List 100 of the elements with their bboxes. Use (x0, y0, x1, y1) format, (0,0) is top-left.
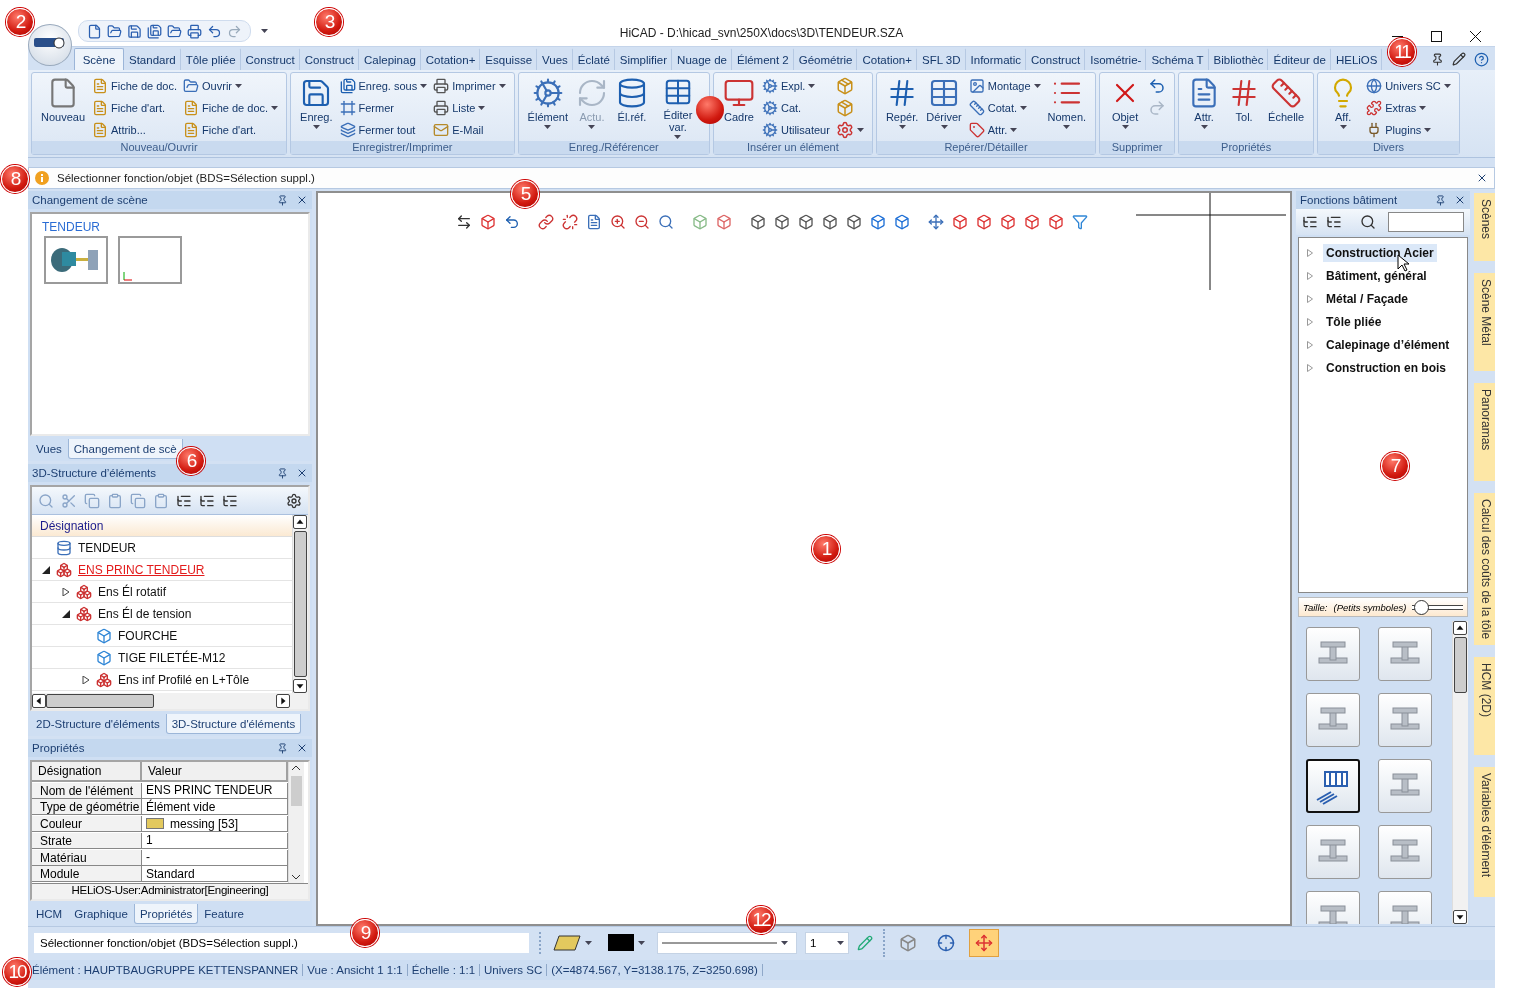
gallery-tile[interactable] (1306, 693, 1360, 747)
panel-tab[interactable]: Graphique (68, 904, 134, 924)
save-icon[interactable] (147, 23, 162, 39)
swap-arrows-icon[interactable] (456, 214, 472, 230)
ribbon-button[interactable]: Attr. (967, 119, 1042, 141)
cube-icon[interactable] (798, 214, 814, 230)
ribbon-button[interactable]: Nouveau (39, 75, 87, 141)
scrollbar-thumb[interactable] (1454, 637, 1467, 693)
tree-row[interactable]: Ens inf Profilé en L+Tôle (32, 669, 292, 691)
panel-tab[interactable]: Feature (198, 904, 250, 924)
cube-icon[interactable] (894, 214, 910, 230)
ribbon-button[interactable]: Plugins (1365, 119, 1452, 141)
side-tab[interactable]: Calcul des coûts de la tôle (1474, 493, 1495, 646)
ribbon-button[interactable]: Fermer tout (338, 119, 429, 141)
scrollbar[interactable] (1452, 621, 1468, 924)
ribbon-button[interactable]: Extras (1365, 97, 1452, 119)
ribbon-button[interactable]: Éditer var. (653, 75, 702, 141)
scroll-down-icon[interactable] (293, 679, 307, 693)
ribbon-button[interactable]: E-Mail (432, 119, 507, 141)
ribbon-tab[interactable]: Scène (74, 48, 124, 70)
close-icon[interactable] (296, 194, 308, 206)
panel-tab[interactable]: Propriétés (133, 904, 199, 924)
ribbon-button[interactable]: Dériver (924, 75, 964, 141)
tree-list-icon[interactable] (1326, 214, 1342, 230)
close-icon[interactable] (1476, 172, 1488, 184)
collapsed-arrow-icon[interactable] (62, 587, 70, 596)
scene-thumbnail[interactable] (44, 236, 108, 284)
ribbon-button[interactable]: Ouvrir (182, 75, 280, 97)
ribbon-button[interactable]: Échelle (1266, 75, 1307, 141)
zoom-in-icon[interactable] (610, 214, 626, 230)
ribbon-button[interactable]: Élément (525, 75, 570, 141)
line-style-dropdown[interactable] (657, 931, 797, 954)
scrollbar[interactable] (288, 762, 304, 883)
side-tab[interactable]: Panoramas (1474, 383, 1495, 481)
side-tab[interactable]: Scène Métal (1474, 273, 1495, 371)
scrollbar[interactable] (32, 693, 308, 709)
line-width-dropdown[interactable]: 1 (805, 931, 849, 954)
undo-icon[interactable] (207, 23, 222, 39)
cube-icon[interactable] (1000, 214, 1016, 230)
collapsed-arrow-icon[interactable] (82, 675, 90, 684)
ribbon-button[interactable]: Attrib... (91, 119, 179, 141)
ribbon-button[interactable]: Cat. (760, 97, 831, 119)
ribbon-button[interactable]: Fiche de doc. (91, 75, 179, 97)
close-button[interactable] (1470, 31, 1481, 42)
document-icon[interactable] (586, 214, 602, 230)
cube-icon[interactable] (750, 214, 766, 230)
ribbon-button[interactable]: Fiche d'art. (182, 119, 280, 141)
tree-row[interactable]: TENDEUR (32, 537, 292, 559)
cube-icon[interactable] (1048, 214, 1064, 230)
scrollbar-thumb[interactable] (294, 531, 307, 677)
panel-tab[interactable]: Vues (30, 439, 68, 459)
tree-item[interactable]: Calepinage d’élément (1299, 334, 1467, 356)
save-icon[interactable] (127, 23, 142, 39)
ribbon-button[interactable]: Nomen. (1045, 75, 1089, 141)
panel-tab[interactable]: HCM (30, 904, 69, 924)
help-icon[interactable] (1474, 51, 1489, 67)
ribbon-button[interactable]: Cotat. (967, 97, 1042, 119)
tree-row[interactable]: TIGE FILETÉE-M12 (32, 647, 292, 669)
printer-icon[interactable] (187, 23, 202, 39)
clipboard-icon[interactable] (153, 492, 169, 509)
ribbon-button[interactable]: Imprimer (432, 75, 507, 97)
tree-row[interactable]: FOURCHE (32, 625, 292, 647)
scroll-down-icon[interactable] (1453, 910, 1467, 924)
cube-icon[interactable] (774, 214, 790, 230)
move-icon[interactable] (928, 214, 944, 230)
link-icon[interactable] (562, 214, 578, 230)
side-tab[interactable]: Variables d'élément (1474, 767, 1495, 898)
ribbon-button[interactable]: Enreg. (298, 75, 335, 141)
gallery-tile[interactable] (1378, 825, 1432, 879)
cube-icon[interactable] (716, 214, 732, 230)
ribbon-button[interactable]: Utilisateur (760, 119, 831, 141)
tree-row[interactable]: ENS PRINC TENDEUR (32, 559, 292, 581)
pencil-icon[interactable] (1452, 52, 1466, 66)
pin-icon[interactable] (277, 742, 288, 754)
ribbon-button[interactable]: Aff. (1325, 75, 1362, 141)
pin-icon[interactable] (1431, 52, 1444, 66)
scrollbar-thumb[interactable] (291, 776, 302, 806)
size-slider[interactable] (1412, 599, 1463, 615)
link-icon[interactable] (538, 214, 554, 230)
cube-icon[interactable] (976, 214, 992, 230)
panel-tab[interactable]: 3D-Structure d'éléments (165, 714, 302, 734)
tree-row[interactable]: Ens Él rotatif (32, 581, 292, 603)
gallery-tile[interactable] (1378, 759, 1432, 813)
scroll-up-icon[interactable] (293, 515, 307, 529)
tree-row[interactable]: Ens Él de tension (32, 603, 292, 625)
ribbon-button[interactable]: Fiche d'art. (91, 97, 179, 119)
gallery-tile[interactable] (1306, 825, 1360, 879)
ribbon-button[interactable]: Tol. (1226, 75, 1263, 141)
scroll-up-icon[interactable] (1453, 621, 1467, 635)
filter-icon[interactable] (1072, 214, 1088, 230)
ribbon-button[interactable]: Él.réf. (613, 75, 650, 141)
close-icon[interactable] (1454, 194, 1466, 206)
scene-thumbnail[interactable] (118, 236, 182, 284)
search-icon[interactable] (1360, 214, 1376, 230)
side-tab[interactable]: Scènes (1474, 193, 1495, 261)
scroll-left-icon[interactable] (32, 694, 46, 708)
panel-tab[interactable]: 2D-Structure d'éléments (30, 714, 166, 734)
ribbon-button[interactable]: Liste (432, 97, 507, 119)
expanded-arrow-icon[interactable] (62, 609, 70, 618)
scroll-right-icon[interactable] (276, 694, 290, 708)
